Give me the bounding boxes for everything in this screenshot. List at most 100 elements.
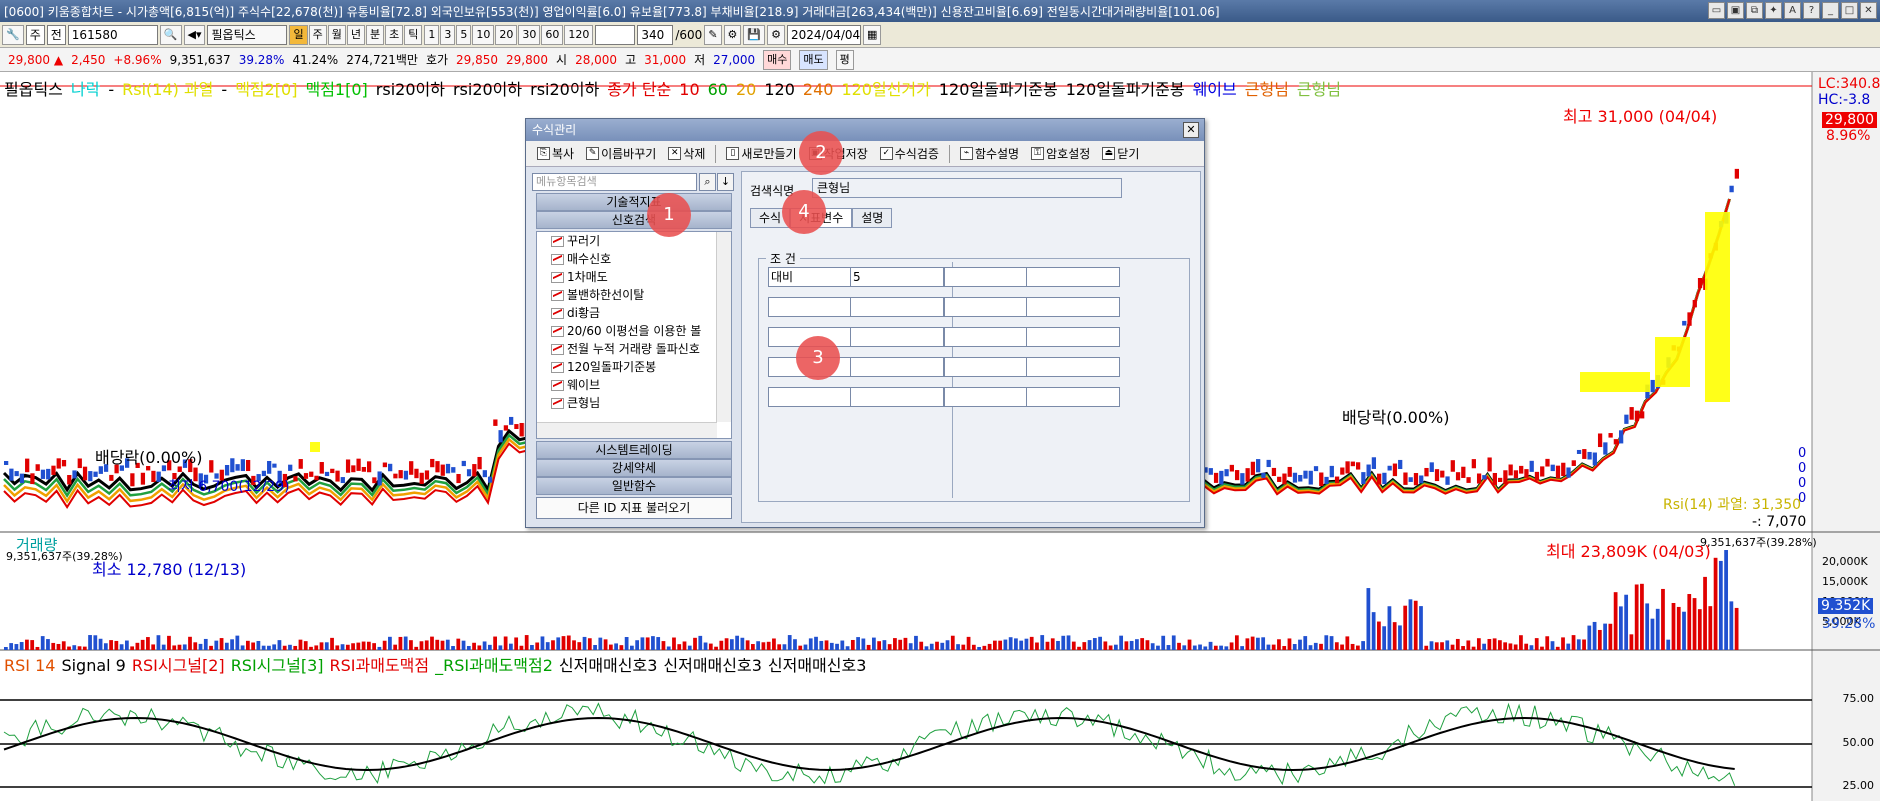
variable-input[interactable] [850, 297, 944, 317]
help-icon[interactable]: ? [1803, 2, 1820, 19]
category-strength[interactable]: 강세약세 [536, 459, 732, 477]
formula-tree-item[interactable]: 120일돌파기준봉 [537, 358, 731, 376]
period-tab[interactable]: 년 [346, 24, 365, 45]
tree-horizontal-scrollbar[interactable] [537, 422, 717, 438]
legend-item[interactable]: 나락 [71, 80, 100, 99]
variable-input[interactable]: 대비 [768, 267, 862, 287]
legend-item[interactable]: - [221, 80, 227, 99]
sort-down-icon[interactable]: ↓ [717, 173, 734, 191]
variable-input[interactable] [944, 267, 1038, 287]
category-system-trading[interactable]: 시스템트레이딩 [536, 441, 732, 459]
interval-tab[interactable]: 10 [472, 24, 495, 45]
legend-item[interactable]: 120일돌파기준봉 [939, 80, 1058, 99]
legend-item[interactable]: rsi20이하 [453, 80, 522, 99]
legend-item[interactable]: 큰형님 [1245, 80, 1289, 99]
interval-tab[interactable]: 30 [518, 24, 541, 45]
dialog-tool-button[interactable]: ⎘ 복사 [532, 144, 579, 164]
save-icon[interactable]: 💾 [743, 24, 766, 45]
dialog-tool-button[interactable]: ▯ 새로만들기 [721, 144, 801, 164]
period-tab[interactable]: 주 [308, 24, 327, 45]
menu-search-input[interactable]: 메뉴항목검색 [532, 173, 697, 191]
font-icon[interactable]: A [1784, 2, 1801, 19]
period-tab[interactable]: 틱 [404, 24, 423, 45]
rsi-legend-item[interactable]: RSI과매도맥점 [330, 656, 430, 675]
category-general-functions[interactable]: 일반함수 [536, 477, 732, 495]
legend-item[interactable]: 맥점1[0] [305, 80, 367, 99]
legend-item[interactable]: 120 [764, 80, 795, 99]
mode-select[interactable]: 주 [25, 24, 45, 45]
dialog-tool-button[interactable]: ✕ 삭제 [663, 144, 710, 164]
variable-input[interactable] [1026, 327, 1120, 347]
period-tab[interactable]: 일 [289, 24, 308, 45]
legend-item[interactable]: 웨이브 [1193, 80, 1237, 99]
date-input[interactable]: 2024/04/04 [786, 24, 861, 45]
legend-item[interactable]: - [108, 80, 114, 99]
tile-icon[interactable]: ▣ [1727, 2, 1744, 19]
variable-input[interactable] [768, 297, 862, 317]
legend-item[interactable]: 20 [736, 80, 756, 99]
rsi-legend-item[interactable]: 신저매매신호3 [768, 656, 867, 675]
legend-item[interactable]: Rsi(14) 과열 [122, 80, 213, 99]
dialog-tool-button[interactable]: ⏏ 닫기 [1097, 144, 1144, 164]
period-tab[interactable]: 초 [385, 24, 404, 45]
legend-item[interactable]: 10 [679, 80, 699, 99]
formula-tree-item[interactable]: di황금 [537, 304, 731, 322]
formula-tree-item[interactable]: 전월 누적 거래량 돌파신호 [537, 340, 731, 358]
interval-tab[interactable]: 120 [564, 24, 594, 45]
stock-code-input[interactable]: 161580 [67, 24, 158, 45]
rsi-legend-item[interactable]: _RSI과매도맥점2 [435, 656, 553, 675]
options-icon[interactable]: ⚙ [767, 24, 785, 45]
copy-window-icon[interactable]: ⧉ [1746, 2, 1763, 19]
period-tab[interactable]: 분 [365, 24, 385, 45]
dialog-close-icon[interactable]: ✕ [1183, 122, 1199, 138]
dialog-tool-button[interactable]: ⌁ 함수설명 [955, 144, 1024, 164]
search-icon[interactable]: ⌕ [699, 173, 716, 191]
legend-item[interactable]: 필옵틱스 [4, 80, 63, 99]
interval-select[interactable] [595, 24, 636, 45]
sell-button[interactable]: 매도 [799, 49, 828, 70]
rsi-legend-item[interactable]: RSI 14 [4, 656, 55, 675]
legend-item[interactable]: rsi20이하 [530, 80, 599, 99]
legend-item[interactable]: 240 [803, 80, 834, 99]
maximize-icon[interactable]: □ [1841, 2, 1858, 19]
rsi-legend-item[interactable]: RSI시그널[2] [132, 656, 225, 675]
variable-input[interactable] [1026, 267, 1120, 287]
formula-tree-item[interactable]: 웨이브 [537, 376, 731, 394]
formula-tree-item[interactable]: 큰형님 [537, 394, 731, 412]
variable-input[interactable] [944, 387, 1038, 407]
variable-input[interactable]: 5 [850, 267, 944, 287]
interval-tab[interactable]: 5 [456, 24, 472, 45]
tab-description[interactable]: 설명 [852, 208, 893, 228]
variable-input[interactable] [1026, 357, 1120, 377]
legend-item[interactable]: 맥점2[0] [235, 80, 297, 99]
formula-tree-item[interactable]: 꾸러기 [537, 232, 731, 250]
rsi-legend-item[interactable]: Signal 9 [61, 656, 125, 675]
flat-button[interactable]: 평 [835, 49, 854, 70]
variable-input[interactable] [944, 357, 1038, 377]
speaker-icon[interactable]: ◀▾ [183, 24, 206, 45]
calendar-icon[interactable]: ▦ [862, 24, 882, 45]
search-icon[interactable]: 🔍 [159, 24, 182, 45]
variable-input[interactable] [850, 327, 944, 347]
load-other-id-button[interactable]: 다른 ID 지표 불러오기 [536, 497, 732, 519]
interval-tab[interactable]: 1 [424, 24, 440, 45]
legend-item[interactable]: 60 [708, 80, 728, 99]
close-icon[interactable]: ✕ [1860, 2, 1877, 19]
category-signal-search[interactable]: 신호검색 [536, 211, 732, 229]
layout-icon[interactable]: ▭ [1708, 2, 1725, 19]
chart-settings-icon[interactable]: ⚙ [723, 24, 742, 45]
variable-input[interactable] [1026, 387, 1120, 407]
variable-input[interactable] [944, 297, 1038, 317]
tree-vertical-scrollbar[interactable] [716, 232, 731, 422]
legend-item[interactable]: 120일신거가 [841, 80, 930, 99]
stock-name-field[interactable]: 필옵틱스 [207, 24, 288, 45]
formula-name-field[interactable]: 큰형님 [812, 178, 1122, 198]
dialog-tool-button[interactable]: ⚿ 암호설정 [1026, 144, 1095, 164]
rsi-legend-item[interactable]: 신저매매신호3 [663, 656, 762, 675]
rsi-legend-item[interactable]: 신저매매신호3 [559, 656, 658, 675]
market-select[interactable]: 전 [46, 24, 66, 45]
variable-input[interactable] [850, 357, 944, 377]
variable-input[interactable] [944, 327, 1038, 347]
variable-input[interactable] [768, 387, 862, 407]
tool-icon[interactable]: 🔧 [2, 24, 24, 45]
